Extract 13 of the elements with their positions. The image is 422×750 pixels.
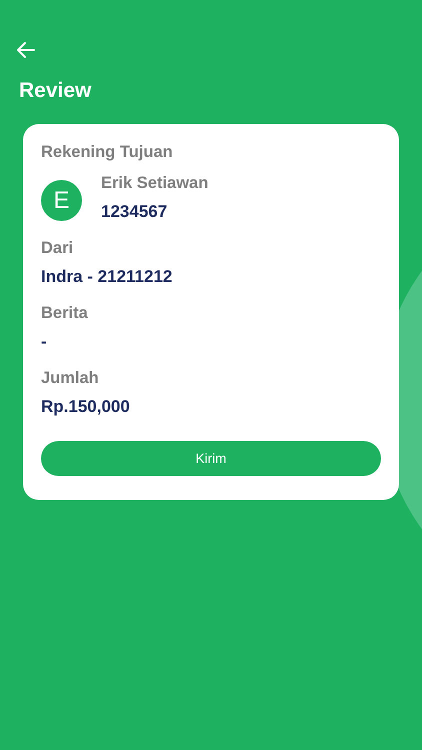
field-label: Rekening Tujuan xyxy=(41,142,174,162)
field-value: Rp.150,000 xyxy=(41,397,131,417)
send-button[interactable]: Kirim xyxy=(41,441,381,476)
field-label: Dari xyxy=(41,238,74,258)
page-title: Review xyxy=(19,80,92,101)
recipient-name: Erik Setiawan xyxy=(101,173,208,193)
field-value: Indra - 21211212 xyxy=(41,267,174,287)
field-value: - xyxy=(41,332,48,352)
avatar: E xyxy=(41,180,82,221)
account-number: 1234567 xyxy=(101,202,168,222)
field-label: Jumlah xyxy=(41,368,100,388)
back-arrow-icon xyxy=(16,41,36,59)
field-label: Berita xyxy=(41,303,89,323)
